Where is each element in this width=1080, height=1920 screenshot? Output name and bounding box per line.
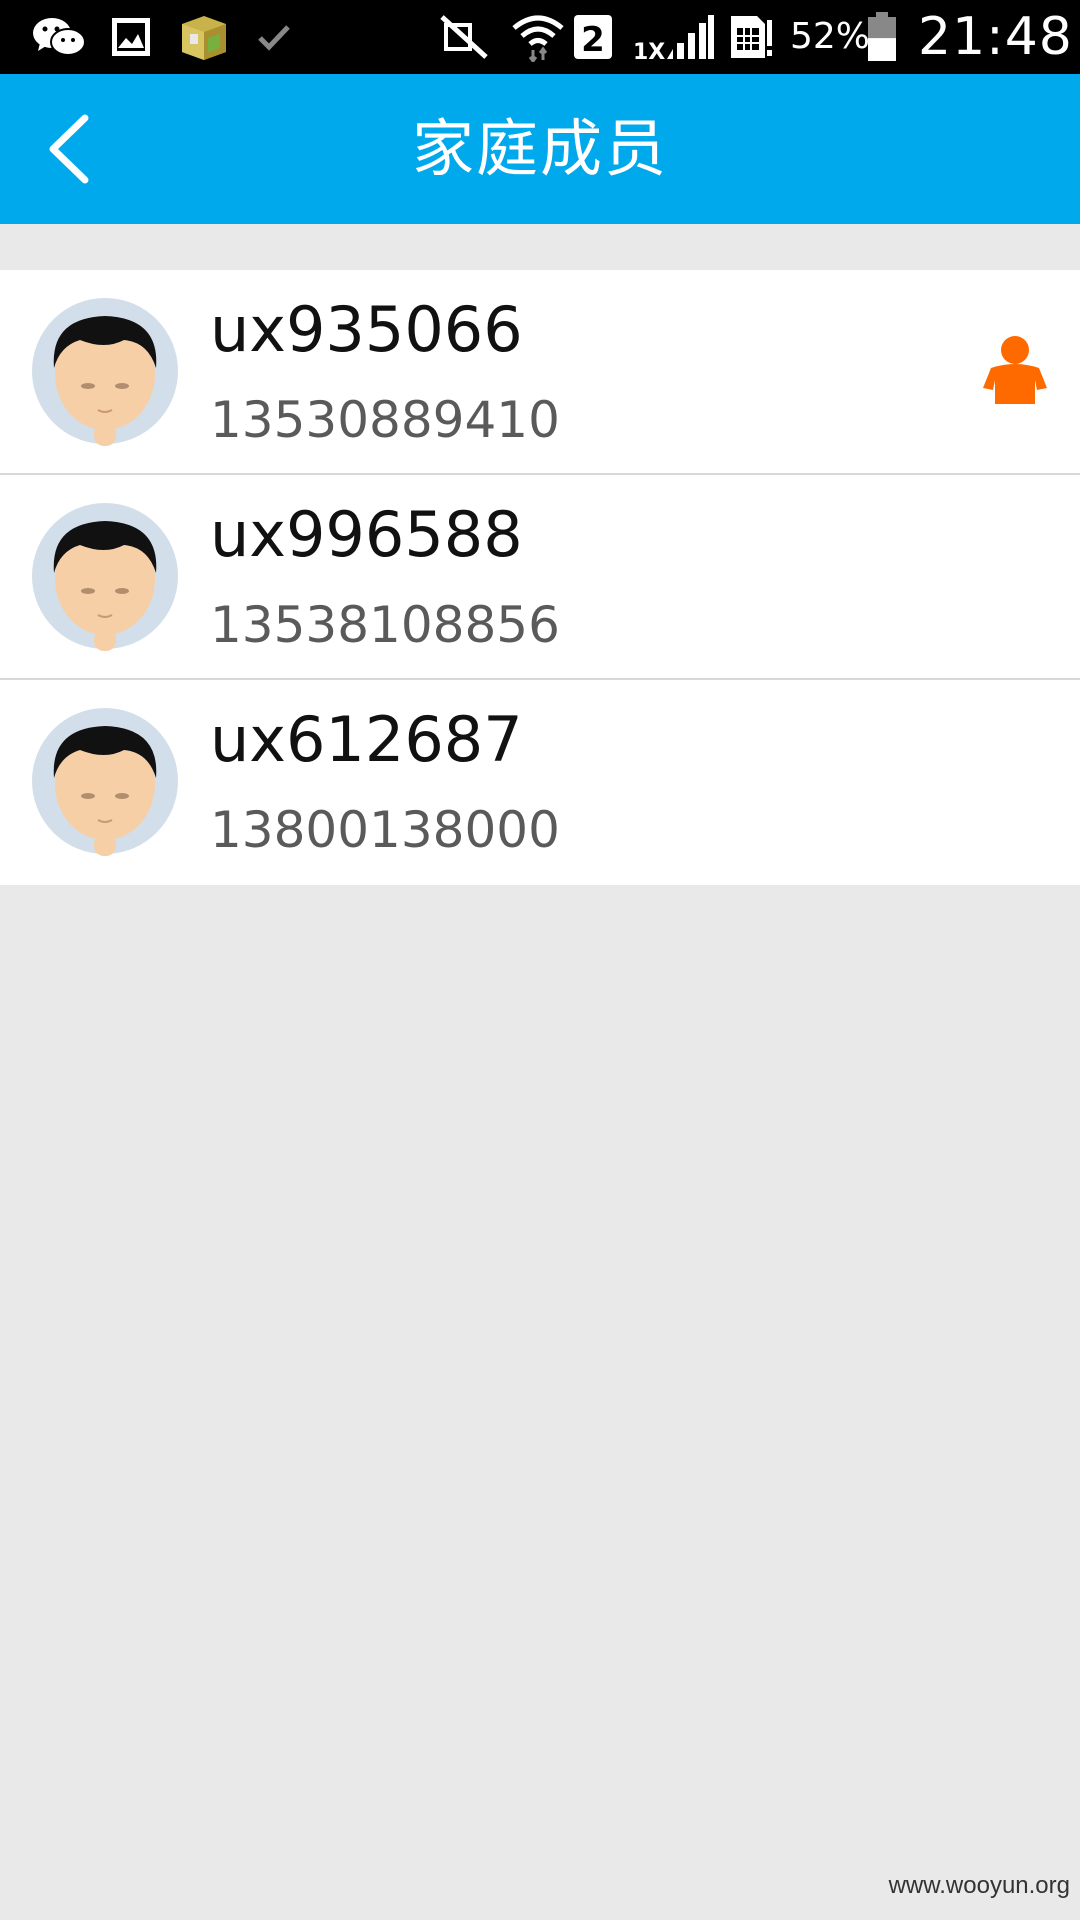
wifi-icon bbox=[510, 12, 566, 62]
member-name: ux612687 bbox=[210, 703, 523, 776]
member-name: ux935066 bbox=[210, 293, 523, 366]
avatar-face-icon bbox=[32, 708, 178, 856]
mute-icon bbox=[438, 12, 492, 62]
back-button[interactable] bbox=[30, 109, 110, 189]
status-bar: 2 1X 52% 21:48 bbox=[0, 0, 1080, 74]
sim-card-icon bbox=[728, 12, 774, 62]
avatar-face-icon bbox=[32, 503, 178, 651]
sim2-icon: 2 bbox=[572, 12, 614, 62]
member-list: ux935066 13530889410 ux996588 1353810885… bbox=[0, 270, 1080, 885]
list-item[interactable]: ux612687 13800138000 bbox=[0, 680, 1080, 885]
check-icon bbox=[254, 12, 294, 62]
list-item[interactable]: ux996588 13538108856 bbox=[0, 475, 1080, 680]
clock: 21:48 bbox=[918, 7, 1073, 67]
network-label: 1X bbox=[633, 40, 665, 61]
wechat-icon bbox=[30, 12, 88, 62]
battery-percent: 52% bbox=[790, 16, 871, 57]
battery-icon bbox=[864, 12, 900, 62]
member-phone: 13538108856 bbox=[210, 596, 560, 654]
avatar bbox=[32, 503, 178, 653]
member-phone: 13530889410 bbox=[210, 391, 560, 449]
watermark: www.wooyun.org bbox=[888, 1872, 1070, 1899]
avatar-face-icon bbox=[32, 298, 178, 446]
signal-1x-icon: 1X bbox=[630, 12, 716, 62]
avatar bbox=[32, 298, 178, 448]
page-title: 家庭成员 bbox=[411, 112, 668, 185]
title-bar: 家庭成员 bbox=[0, 74, 1080, 224]
sim2-label: 2 bbox=[581, 20, 605, 60]
member-phone: 13800138000 bbox=[210, 801, 560, 859]
app-package-icon bbox=[176, 12, 232, 62]
avatar bbox=[32, 708, 178, 858]
member-name: ux996588 bbox=[210, 498, 523, 571]
admin-person-icon bbox=[975, 332, 1055, 412]
chevron-left-icon bbox=[49, 114, 89, 184]
gallery-icon bbox=[108, 12, 154, 62]
list-item[interactable]: ux935066 13530889410 bbox=[0, 270, 1080, 475]
